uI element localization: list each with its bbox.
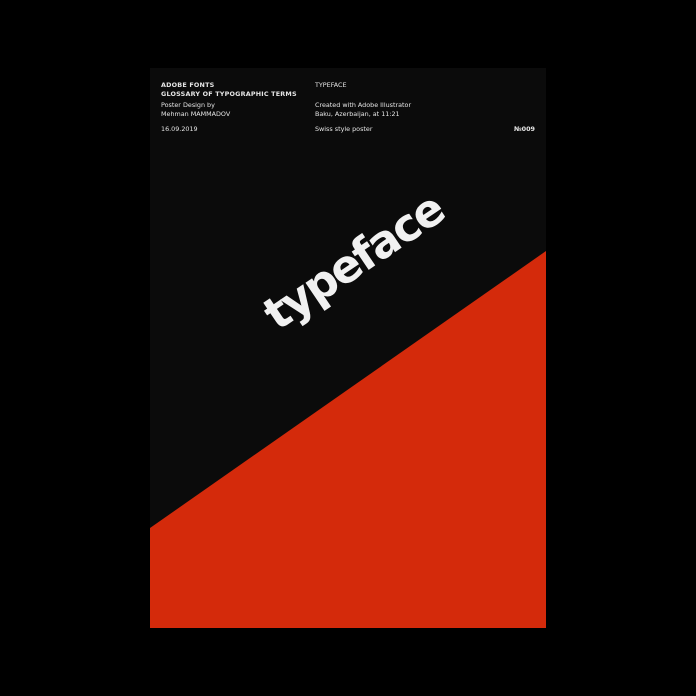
header-left-title: ADOBE FONTS GLOSSARY OF TYPOGRAPHIC TERM…	[161, 81, 297, 99]
header-left-date: 16.09.2019	[161, 125, 198, 133]
header-right-title: TYPEFACE	[315, 81, 347, 89]
header-right-credits: Created with Adobe Illustrator Baku, Aze…	[315, 101, 411, 119]
header-left-credits: Poster Design by Mehman MAMMADOV	[161, 101, 230, 119]
header-right-style-note: Swiss style poster	[315, 125, 373, 133]
poster: ADOBE FONTS GLOSSARY OF TYPOGRAPHIC TERM…	[150, 68, 546, 628]
header-left-line4: Mehman MAMMADOV	[161, 110, 231, 118]
header-right-line2: Baku, Azerbaijan, at 11:21	[315, 110, 400, 118]
header-left-line3: Poster Design by	[161, 101, 215, 109]
header-left-line1: ADOBE FONTS	[161, 81, 215, 89]
header-left-line2: GLOSSARY OF TYPOGRAPHIC TERMS	[161, 90, 297, 98]
backdrop: ADOBE FONTS GLOSSARY OF TYPOGRAPHIC TERM…	[0, 0, 696, 696]
poster-number: №009	[513, 125, 535, 133]
red-diagonal-shape	[150, 251, 546, 628]
header-right-line1: Created with Adobe Illustrator	[315, 101, 412, 109]
